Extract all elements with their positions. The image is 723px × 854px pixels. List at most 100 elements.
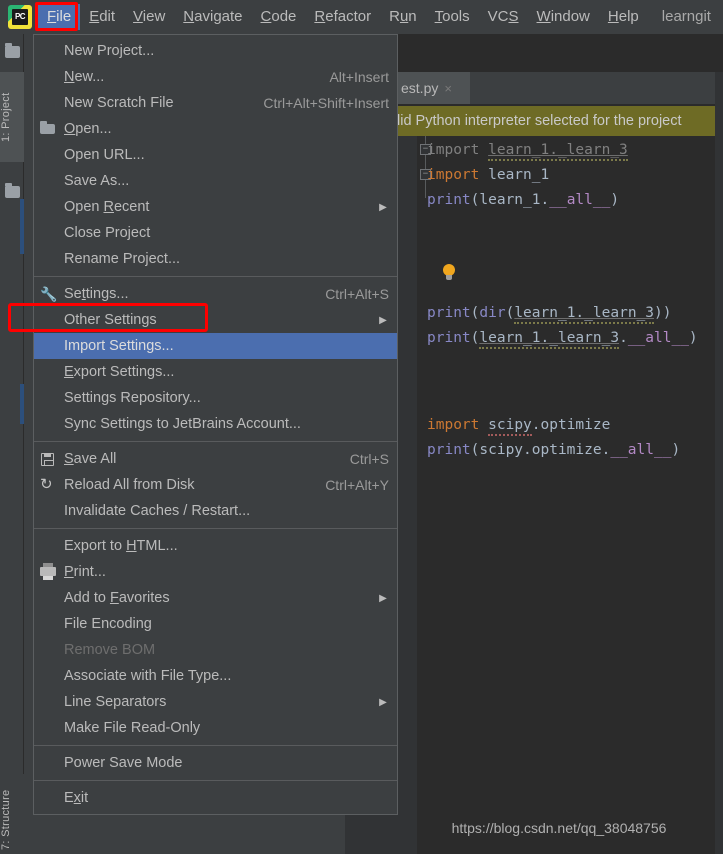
menu-item-print[interactable]: Print... (34, 559, 397, 585)
menu-item-label: Rename Project... (64, 251, 181, 267)
menu-item-label: Save All (64, 451, 117, 467)
menu-item-label: Settings... (64, 286, 129, 302)
menubar-item-tools[interactable]: Tools (426, 4, 479, 30)
menu-item-new-project[interactable]: New Project... (34, 38, 397, 64)
menu-separator (34, 276, 397, 277)
watermark-text: https://blog.csdn.net/qq_38048756 (451, 820, 667, 836)
menu-item-invalidate-caches-restart[interactable]: Invalidate Caches / Restart... (34, 498, 397, 524)
menubar-item-code[interactable]: Code (252, 4, 306, 30)
menubar-item-refactor[interactable]: Refactor (305, 4, 380, 30)
menu-item-icon-slot (34, 689, 64, 715)
menu-item-add-to-favorites[interactable]: Add to Favorites ▶ (34, 585, 397, 611)
menu-item-save-all[interactable]: Save All Ctrl+S (34, 446, 397, 472)
print-icon (34, 559, 64, 585)
menu-item-icon-slot (34, 359, 64, 385)
wrench-icon: 🔧 (40, 286, 58, 302)
menubar-item-navigate[interactable]: Navigate (174, 4, 251, 30)
menu-item-icon-slot (34, 385, 64, 411)
menubar-item-run[interactable]: Run (380, 4, 426, 30)
menu-item-open-url[interactable]: Open URL... (34, 142, 397, 168)
menu-item-label: Associate with File Type... (64, 668, 232, 684)
menu-item-power-save-mode[interactable]: Power Save Mode (34, 750, 397, 776)
menu-item-label: Save As... (64, 173, 130, 189)
menu-item-icon-slot (34, 785, 64, 811)
menu-item-icon-slot (34, 38, 64, 64)
code-editor[interactable]: − − import learn_1._learn_3 import learn… (417, 136, 723, 854)
save-icon (34, 446, 64, 472)
menu-item-export-settings[interactable]: Export Settings... (34, 359, 397, 385)
menu-item-rename-project[interactable]: Rename Project... (34, 246, 397, 272)
close-icon[interactable]: × (444, 81, 452, 96)
menu-item-label: File Encoding (64, 616, 152, 632)
menu-item-shortcut: Ctrl+Alt+Y (325, 477, 389, 493)
menu-item-reload-all-from-disk[interactable]: ↻ Reload All from Disk Ctrl+Alt+Y (34, 472, 397, 498)
menu-item-open[interactable]: Open... (34, 116, 397, 142)
menu-item-export-to-html[interactable]: Export to HTML... (34, 533, 397, 559)
menu-item-label: Sync Settings to JetBrains Account... (64, 416, 301, 432)
menu-item-label: Open... (64, 121, 112, 137)
menu-item-close-project[interactable]: Close Project (34, 220, 397, 246)
menu-item-icon-slot (34, 498, 64, 524)
reload-icon: ↻ (40, 476, 53, 493)
folder-icon (34, 116, 64, 142)
menu-item-other-settings[interactable]: Other Settings ▶ (34, 307, 397, 333)
menu-item-label: Line Separators (64, 694, 167, 710)
editor-gutter[interactable] (395, 136, 417, 854)
menu-bar: PC File Edit View Navigate Code Refactor… (0, 0, 723, 34)
editor-tab-label: est.py (401, 80, 439, 96)
menu-item-associate-with-file-type[interactable]: Associate with File Type... (34, 663, 397, 689)
file-dropdown-menu[interactable]: New Project... New... Alt+Insert New Scratc… (33, 34, 398, 815)
menu-item-shortcut: Ctrl+Alt+Shift+Insert (263, 95, 389, 111)
menu-item-label: Open URL... (64, 147, 145, 163)
folder-icon (5, 43, 20, 58)
menu-item-label: New Project... (64, 43, 155, 59)
chevron-right-icon: ▶ (379, 201, 387, 213)
menu-item-new[interactable]: New... Alt+Insert (34, 64, 397, 90)
menu-item-save-as[interactable]: Save As... (34, 168, 397, 194)
chevron-right-icon: ▶ (379, 592, 387, 604)
sidebar-item-structure[interactable]: 7: Structure (0, 774, 24, 854)
sidebar-item-project[interactable]: 1: Project (0, 72, 24, 162)
menu-item-icon-slot (34, 715, 64, 741)
menu-item-file-encoding[interactable]: File Encoding (34, 611, 397, 637)
menu-item-icon-slot (34, 307, 64, 333)
lightbulb-icon[interactable] (442, 264, 456, 282)
left-tool-strip: 1: Project 7: Structure (0, 34, 24, 854)
editor-tab-test-py[interactable]: est.py × (395, 72, 470, 104)
menu-item-icon-slot (34, 585, 64, 611)
menu-item-line-separators[interactable]: Line Separators ▶ (34, 689, 397, 715)
editor-scrollbar[interactable] (715, 72, 723, 854)
menubar-item-window[interactable]: Window (528, 4, 599, 30)
menu-item-sync-settings-to-jetbrains-account[interactable]: Sync Settings to JetBrains Account... (34, 411, 397, 437)
menubar-item-file[interactable]: File (38, 4, 81, 30)
menu-separator (34, 745, 397, 746)
menu-item-icon-slot (34, 663, 64, 689)
editor-tab-underline (395, 102, 470, 104)
menu-item-open-recent[interactable]: Open Recent ▶ (34, 194, 397, 220)
menu-item-icon-slot (34, 333, 64, 359)
menu-item-icon-slot (34, 90, 64, 116)
menu-item-new-scratch-file[interactable]: New Scratch File Ctrl+Alt+Shift+Insert (34, 90, 397, 116)
menu-item-remove-bom: Remove BOM (34, 637, 397, 663)
menu-item-settings[interactable]: 🔧 Settings... Ctrl+Alt+S (34, 281, 397, 307)
menu-item-icon-slot (34, 750, 64, 776)
menubar-item-vcs[interactable]: VCS (479, 4, 528, 30)
menu-item-icon-slot (34, 246, 64, 272)
menu-item-icon-slot (34, 637, 64, 663)
menu-item-label: Import Settings... (64, 338, 174, 354)
menubar-item-view[interactable]: View (124, 4, 174, 30)
pycharm-logo-icon: PC (8, 5, 32, 29)
menu-separator (34, 780, 397, 781)
chevron-right-icon: ▶ (379, 696, 387, 708)
menu-item-icon-slot (34, 64, 64, 90)
menu-item-import-settings[interactable]: Import Settings... (34, 333, 397, 359)
menu-item-settings-repository[interactable]: Settings Repository... (34, 385, 397, 411)
menu-item-exit[interactable]: Exit (34, 785, 397, 811)
menu-item-label: Power Save Mode (64, 755, 183, 771)
menu-item-label: Export Settings... (64, 364, 175, 380)
menubar-item-help[interactable]: Help (599, 4, 648, 30)
menu-item-make-file-read-only[interactable]: Make File Read-Only (34, 715, 397, 741)
menu-item-label: Remove BOM (64, 642, 156, 658)
menubar-item-edit[interactable]: Edit (80, 4, 124, 30)
menu-item-icon-slot (34, 168, 64, 194)
